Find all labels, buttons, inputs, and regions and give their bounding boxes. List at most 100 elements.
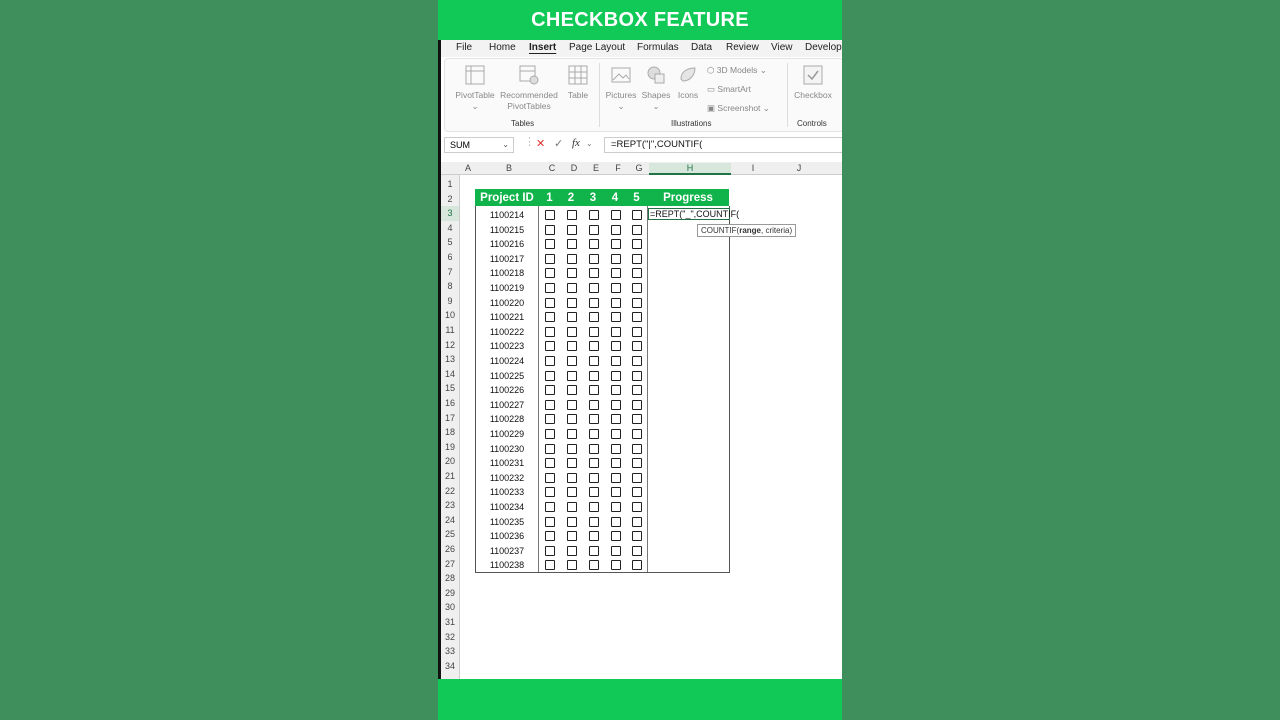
menu-developer[interactable]: Develope	[805, 42, 842, 53]
project-id-cell[interactable]: 1100230	[475, 442, 539, 457]
row-header[interactable]: 23	[441, 498, 459, 513]
task-checkbox[interactable]	[611, 210, 621, 220]
row-header[interactable]: 20	[441, 454, 459, 469]
task-checkbox[interactable]	[589, 545, 599, 556]
task-checkbox[interactable]	[632, 545, 642, 556]
project-id-cell[interactable]: 1100218	[475, 266, 539, 281]
task-checkbox[interactable]	[545, 414, 555, 425]
row-header[interactable]: 32	[441, 630, 459, 645]
task-checkbox[interactable]	[589, 414, 599, 425]
task-checkbox[interactable]	[567, 210, 577, 220]
task-checkbox[interactable]	[545, 545, 555, 556]
row-header[interactable]: 28	[441, 571, 459, 586]
task-checkbox[interactable]	[632, 429, 642, 439]
project-id-cell[interactable]: 1100214	[475, 208, 539, 223]
project-id-cell[interactable]: 1100226	[475, 383, 539, 398]
task-checkbox[interactable]	[632, 399, 642, 410]
project-id-cell[interactable]: 1100216	[475, 237, 539, 252]
column-header-c[interactable]: C	[541, 163, 563, 173]
task-checkbox[interactable]	[545, 312, 555, 323]
project-id-cell[interactable]: 1100224	[475, 354, 539, 369]
task-checkbox[interactable]	[632, 326, 642, 337]
task-checkbox[interactable]	[545, 283, 555, 293]
task-checkbox[interactable]	[611, 224, 621, 235]
project-id-cell[interactable]: 1100225	[475, 369, 539, 384]
checkbox-insert-button[interactable]: Checkbox	[791, 65, 835, 101]
task-checkbox[interactable]	[611, 283, 621, 293]
task-checkbox[interactable]	[567, 370, 577, 381]
task-checkbox[interactable]	[567, 560, 577, 571]
menu-view[interactable]: View	[771, 42, 793, 53]
task-checkbox[interactable]	[567, 472, 577, 483]
3d-models-button[interactable]: ⬡ 3D Models ⌄	[707, 65, 767, 76]
insert-function-icon[interactable]: fx	[572, 137, 580, 149]
task-checkbox[interactable]	[611, 414, 621, 425]
task-checkbox[interactable]	[632, 312, 642, 323]
task-checkbox[interactable]	[589, 560, 599, 571]
task-checkbox[interactable]	[545, 370, 555, 381]
task-checkbox[interactable]	[567, 268, 577, 279]
task-checkbox[interactable]	[567, 312, 577, 323]
task-checkbox[interactable]	[632, 516, 642, 527]
task-checkbox[interactable]	[589, 516, 599, 527]
task-checkbox[interactable]	[589, 341, 599, 352]
row-header[interactable]: 26	[441, 542, 459, 557]
task-checkbox[interactable]	[589, 239, 599, 250]
task-checkbox[interactable]	[545, 326, 555, 337]
task-checkbox[interactable]	[611, 531, 621, 542]
column-header-f[interactable]: F	[607, 163, 629, 173]
row-header[interactable]: 16	[441, 396, 459, 411]
row-header[interactable]: 30	[441, 600, 459, 615]
row-header[interactable]: 29	[441, 586, 459, 601]
task-checkbox[interactable]	[589, 458, 599, 469]
table-button[interactable]: Table	[563, 65, 593, 101]
row-header[interactable]: 18	[441, 425, 459, 440]
task-checkbox[interactable]	[632, 414, 642, 425]
column-header-h[interactable]: H	[649, 163, 731, 175]
shapes-button[interactable]: Shapes ⌄	[639, 65, 673, 112]
task-checkbox[interactable]	[589, 443, 599, 454]
task-checkbox[interactable]	[545, 268, 555, 279]
project-id-cell[interactable]: 1100232	[475, 471, 539, 486]
task-checkbox[interactable]	[567, 239, 577, 250]
row-header[interactable]: 27	[441, 557, 459, 572]
project-id-cell[interactable]: 1100229	[475, 427, 539, 442]
row-header[interactable]: 25	[441, 527, 459, 542]
icons-button[interactable]: Icons	[673, 65, 703, 101]
column-header-e[interactable]: E	[585, 163, 607, 173]
project-id-cell[interactable]: 1100222	[475, 325, 539, 340]
project-id-cell[interactable]: 1100215	[475, 223, 539, 238]
task-checkbox[interactable]	[589, 356, 599, 366]
enter-icon[interactable]: ✓	[554, 137, 563, 150]
task-checkbox[interactable]	[567, 283, 577, 293]
menu-formulas[interactable]: Formulas	[637, 42, 679, 53]
project-id-cell[interactable]: 1100228	[475, 412, 539, 427]
active-cell-h3[interactable]: =REPT("_",COUNTIF(	[648, 208, 739, 220]
row-header[interactable]: 15	[441, 381, 459, 396]
task-checkbox[interactable]	[589, 472, 599, 483]
column-header-b[interactable]: B	[477, 163, 541, 173]
task-checkbox[interactable]	[545, 253, 555, 264]
row-header[interactable]: 9	[441, 294, 459, 309]
task-checkbox[interactable]	[632, 210, 642, 220]
task-checkbox[interactable]	[545, 399, 555, 410]
task-checkbox[interactable]	[611, 487, 621, 498]
screenshot-button[interactable]: ▣ Screenshot ⌄	[707, 103, 770, 114]
task-checkbox[interactable]	[545, 472, 555, 483]
row-header[interactable]: 11	[441, 323, 459, 338]
row-header[interactable]: 21	[441, 469, 459, 484]
task-checkbox[interactable]	[567, 502, 577, 512]
task-checkbox[interactable]	[567, 545, 577, 556]
task-checkbox[interactable]	[611, 239, 621, 250]
task-checkbox[interactable]	[611, 545, 621, 556]
task-checkbox[interactable]	[545, 516, 555, 527]
task-checkbox[interactable]	[589, 253, 599, 264]
menu-page-layout[interactable]: Page Layout	[569, 42, 625, 53]
task-checkbox[interactable]	[611, 399, 621, 410]
task-checkbox[interactable]	[611, 385, 621, 396]
task-checkbox[interactable]	[611, 472, 621, 483]
name-box[interactable]: SUM ⌄	[444, 137, 514, 153]
column-header-a[interactable]: A	[459, 163, 477, 173]
task-checkbox[interactable]	[632, 458, 642, 469]
task-checkbox[interactable]	[567, 443, 577, 454]
